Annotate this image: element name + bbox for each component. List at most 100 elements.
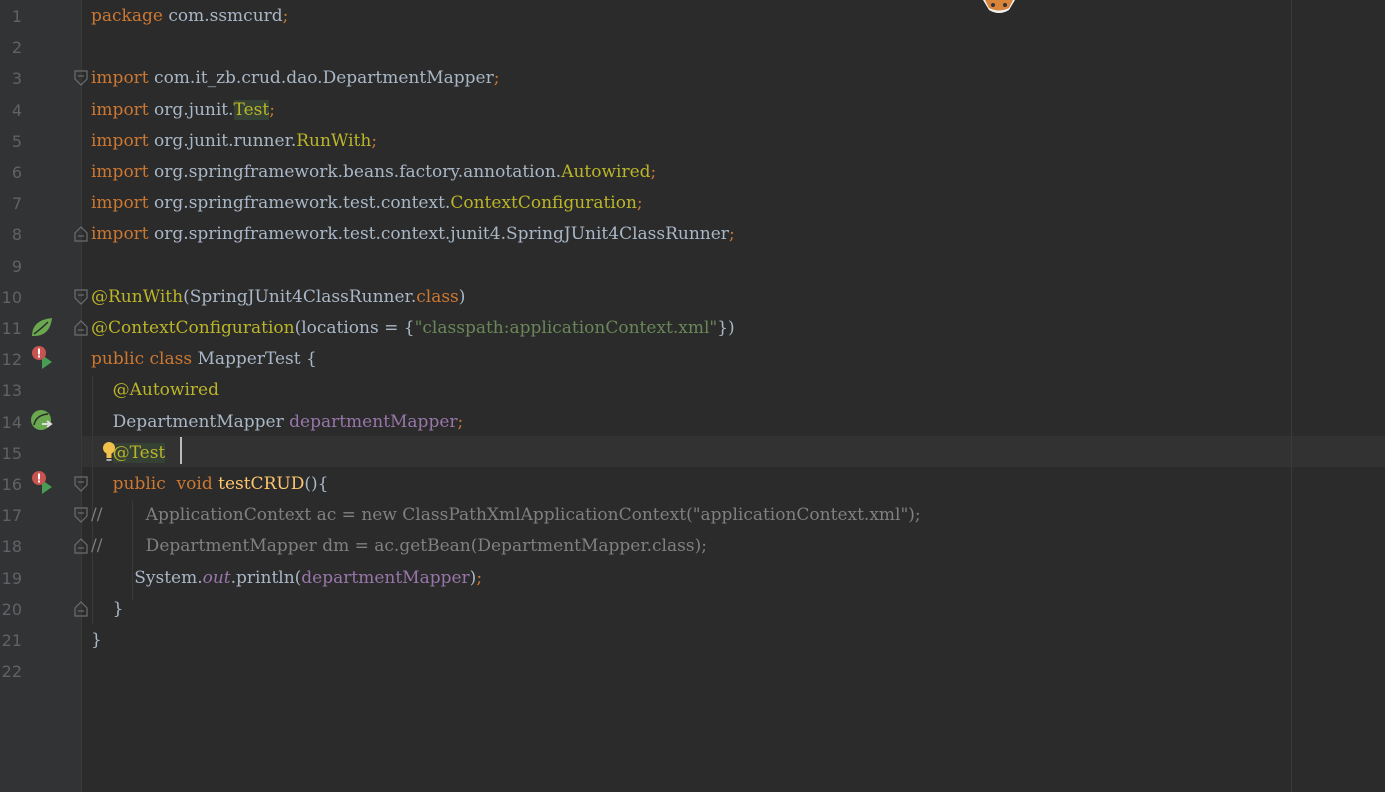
code-token: @ContextConfiguration xyxy=(91,318,295,338)
code-line[interactable]: 19 System.out.println(departmentMapper); xyxy=(0,563,1385,594)
autowired-navigate-icon[interactable] xyxy=(28,408,56,434)
code-text: } xyxy=(91,625,102,656)
code-token: } xyxy=(91,598,124,619)
code-token: @Autowired xyxy=(112,380,219,401)
line-number: 20 xyxy=(1,599,22,619)
code-line[interactable]: 1 package com.ssmcurd; xyxy=(0,1,1385,32)
code-token: ; xyxy=(650,162,657,182)
code-token: testCRUD xyxy=(218,474,305,494)
line-number: 13 xyxy=(1,381,22,401)
spring-bean-icon[interactable] xyxy=(28,314,56,340)
code-token: RunWith xyxy=(296,130,372,151)
code-line[interactable]: 5 import org.junit.runner.RunWith; xyxy=(0,126,1385,157)
code-token: import xyxy=(91,162,155,182)
code-token: org.springframework.beans.factory.annota… xyxy=(154,162,562,182)
code-line[interactable]: 7 import org.springframework.test.context… xyxy=(0,188,1385,219)
code-token: }) xyxy=(717,318,735,338)
code-token: .println( xyxy=(230,567,302,588)
line-number: 5 xyxy=(11,131,22,151)
pet-mascot-icon xyxy=(983,0,1015,13)
code-line[interactable]: 15 @Test xyxy=(0,438,1385,469)
fold-start-icon[interactable] xyxy=(73,69,89,87)
line-number: 17 xyxy=(1,506,22,526)
code-text: import org.springframework.test.context.… xyxy=(91,188,643,219)
code-token: (){ xyxy=(304,474,329,494)
code-token: import xyxy=(91,99,155,120)
code-token: Autowired xyxy=(561,162,651,182)
code-token: } xyxy=(91,630,102,650)
code-line[interactable]: 10 @RunWith(SpringJUnit4ClassRunner.class… xyxy=(0,282,1385,313)
fold-start-icon[interactable] xyxy=(73,475,89,493)
code-token: // DepartmentMapper dm = ac.getBean(Depa… xyxy=(91,536,707,557)
code-text: @ContextConfiguration(locations = {"clas… xyxy=(91,313,735,344)
line-number: 12 xyxy=(1,350,22,370)
fold-end-icon[interactable] xyxy=(73,225,89,243)
code-token: (SpringJUnit4ClassRunner. xyxy=(183,286,417,307)
fold-start-icon[interactable] xyxy=(73,288,89,306)
line-number: 10 xyxy=(1,287,22,307)
fold-start-icon[interactable] xyxy=(73,506,89,524)
code-line[interactable]: 17 // ApplicationContext ac = new ClassPa… xyxy=(0,500,1385,531)
line-number: 7 xyxy=(11,194,22,214)
line-number: 19 xyxy=(1,568,22,588)
code-text: public void testCRUD(){ xyxy=(91,469,329,500)
code-token: MapperTest { xyxy=(197,349,317,370)
code-token: ; xyxy=(476,567,483,588)
code-token: import xyxy=(91,130,155,151)
run-test-error-icon[interactable] xyxy=(30,470,58,496)
fold-end-icon[interactable] xyxy=(73,600,89,618)
code-line[interactable]: 22 xyxy=(0,656,1385,687)
code-line[interactable]: 16 public void testCRUD(){ xyxy=(0,469,1385,500)
code-token: System. xyxy=(91,567,203,588)
code-token: import xyxy=(91,68,155,89)
code-token: // ApplicationContext ac = new ClassPath… xyxy=(91,505,921,526)
line-number: 18 xyxy=(1,537,22,557)
code-token: departmentMapper xyxy=(289,411,458,432)
code-line[interactable]: 14 DepartmentMapper departmentMapper; xyxy=(0,407,1385,438)
code-line[interactable]: 18 // DepartmentMapper dm = ac.getBean(De… xyxy=(0,531,1385,562)
code-token: com.ssmcurd xyxy=(168,6,283,26)
code-text: import org.springframework.beans.factory… xyxy=(91,157,656,188)
intention-bulb-icon[interactable] xyxy=(95,439,123,465)
code-text: package com.ssmcurd; xyxy=(91,1,288,32)
code-line[interactable]: 8 import org.springframework.test.context… xyxy=(0,219,1385,250)
code-text: // DepartmentMapper dm = ac.getBean(Depa… xyxy=(91,531,707,562)
code-line[interactable]: 4 import org.junit.Test; xyxy=(0,95,1385,126)
code-token: Test xyxy=(233,99,270,120)
line-number: 14 xyxy=(1,412,22,432)
code-token: ; xyxy=(269,99,275,120)
code-line[interactable]: 3 import com.it_zb.crud.dao.DepartmentMap… xyxy=(0,63,1385,94)
line-number: 3 xyxy=(11,69,22,89)
text-caret xyxy=(180,437,182,464)
line-number: 15 xyxy=(1,443,22,463)
code-line[interactable]: 6 import org.springframework.beans.factor… xyxy=(0,157,1385,188)
code-line[interactable]: 9 xyxy=(0,251,1385,282)
code-token: ; xyxy=(728,224,735,245)
code-token: ) xyxy=(458,286,466,307)
code-text: import org.junit.runner.RunWith; xyxy=(91,126,377,157)
code-text: import org.junit.Test; xyxy=(91,95,275,126)
code-line[interactable]: 12 public class MapperTest { xyxy=(0,344,1385,375)
code-token: package xyxy=(91,6,169,26)
fold-end-icon[interactable] xyxy=(73,319,89,337)
code-text: // ApplicationContext ac = new ClassPath… xyxy=(91,500,921,531)
code-token: org.springframework.test.context. xyxy=(154,193,451,214)
code-token: out xyxy=(202,567,231,588)
code-line[interactable]: 13 @Autowired xyxy=(0,375,1385,406)
code-line[interactable]: 21} xyxy=(0,625,1385,656)
code-line[interactable]: 2 xyxy=(0,32,1385,63)
code-text: } xyxy=(91,594,124,625)
code-token: org.junit. xyxy=(154,99,234,120)
code-text: @Autowired xyxy=(91,375,219,406)
code-line[interactable]: 20 } xyxy=(0,594,1385,625)
line-number: 4 xyxy=(11,100,22,120)
code-line[interactable]: 11 @ContextConfiguration(locations = {"cl… xyxy=(0,313,1385,344)
line-number: 1 xyxy=(11,7,22,26)
fold-end-icon[interactable] xyxy=(73,537,89,555)
code-text: import org.springframework.test.context.… xyxy=(91,219,735,250)
line-number: 21 xyxy=(1,631,22,650)
run-test-error-icon[interactable] xyxy=(30,345,58,371)
code-token: ; xyxy=(493,68,500,89)
